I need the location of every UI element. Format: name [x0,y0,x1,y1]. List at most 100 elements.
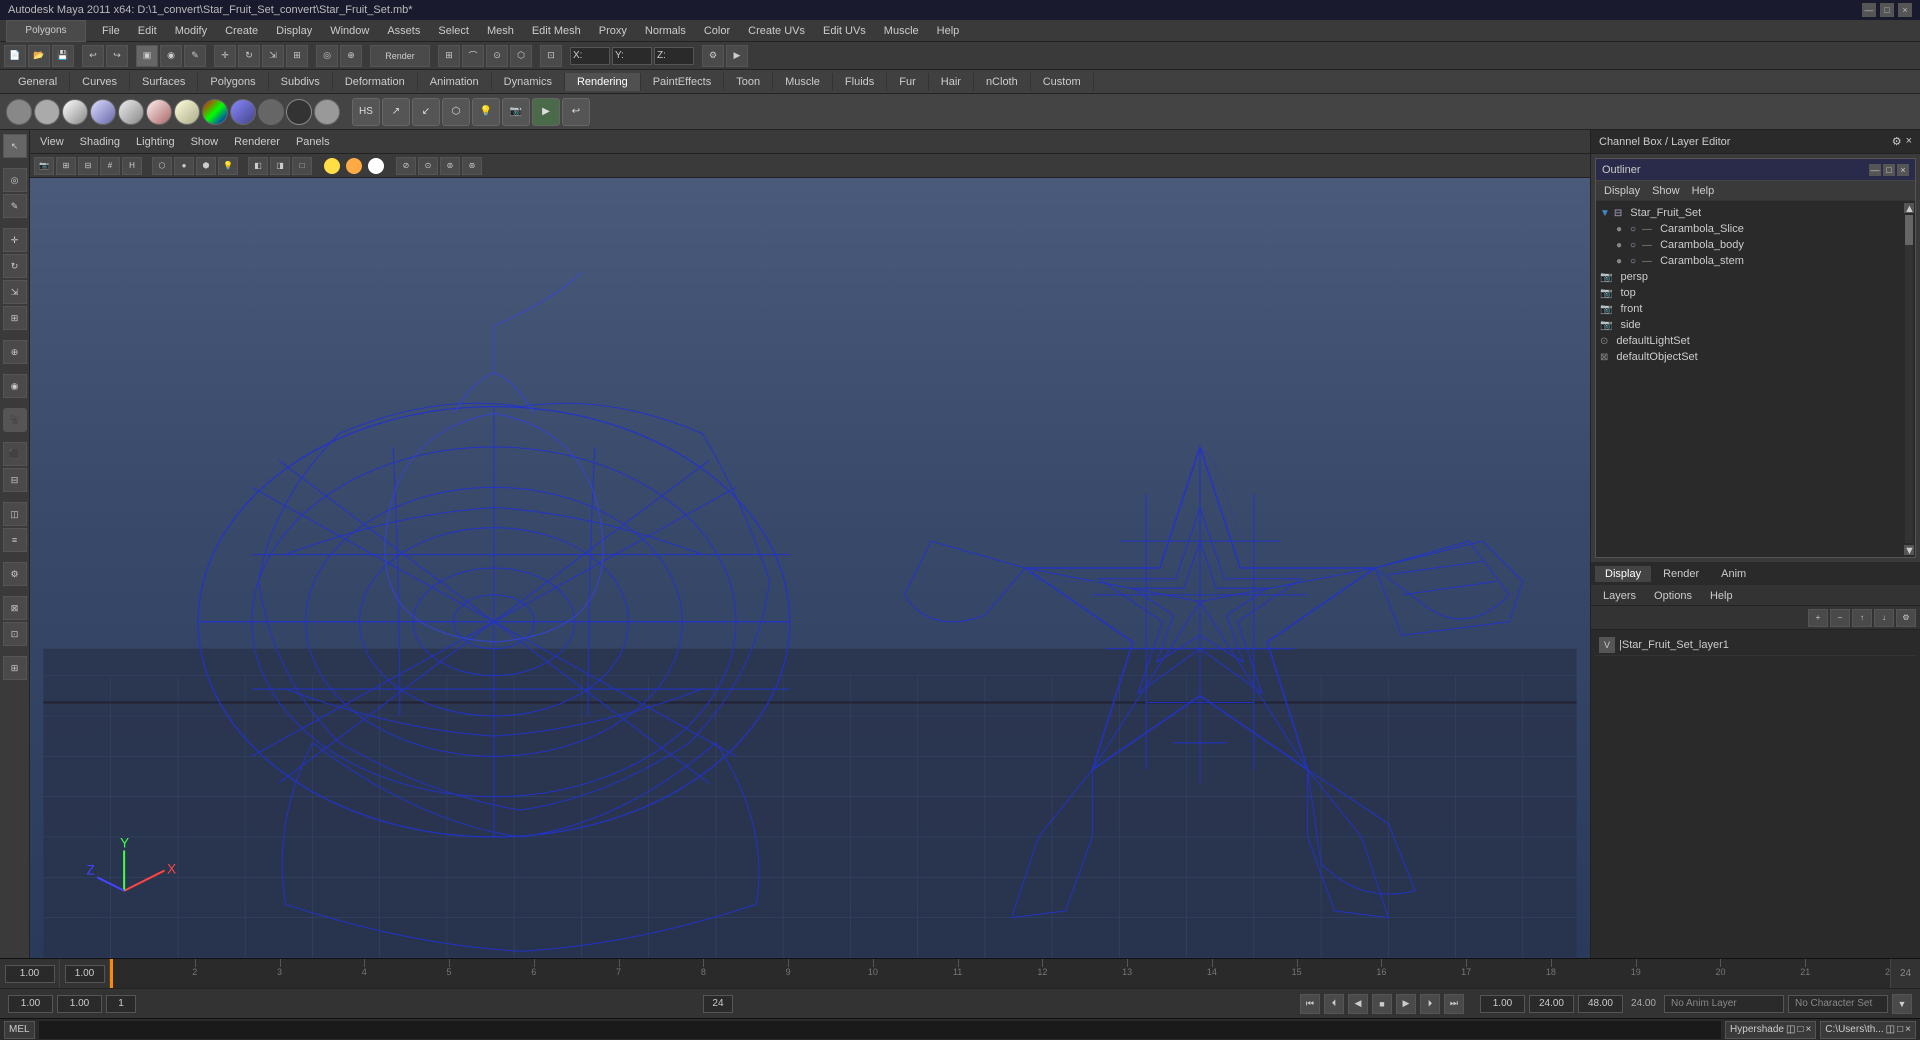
render-btn[interactable]: Render [370,45,430,67]
play-end-btn[interactable]: ⏭ [1444,994,1464,1014]
shelf-envball-icon[interactable] [230,99,256,125]
cb-subtab-help[interactable]: Help [1702,589,1741,603]
outliner-item[interactable]: ●○—Carambola_body [1596,237,1903,253]
visibility-toggle-icon[interactable]: ● [1616,240,1622,251]
shelf-tab-fur[interactable]: Fur [887,73,929,91]
shelf-dark-icon[interactable] [286,99,312,125]
outliner-display-menu[interactable]: Display [1600,183,1644,199]
shelf-tab-general[interactable]: General [6,73,70,91]
camera-tumble-btn[interactable]: 🎥 [3,408,27,432]
render-layer-btn[interactable]: ⊡ [3,622,27,646]
menu-item-assets[interactable]: Assets [379,23,428,39]
lasso-btn[interactable]: ◉ [160,45,182,67]
shelf-hypershade-icon[interactable]: HS [352,98,380,126]
select-btn[interactable]: ▣ [136,45,158,67]
vp2-grid-btn[interactable]: # [100,157,120,175]
vp2-hud-btn[interactable]: H [122,157,142,175]
shelf-ramp-icon[interactable] [202,99,228,125]
shelf-export-icon[interactable]: ↗ [382,98,410,126]
cb-tab-display[interactable]: Display [1595,566,1651,582]
shelf-render2-icon[interactable]: ▶ [532,98,560,126]
menu-item-edit[interactable]: Edit [130,23,165,39]
shelf-tab-custom[interactable]: Custom [1031,73,1094,91]
vp2-xray-bones-btn[interactable]: ⊚ [440,157,460,175]
menu-item-create[interactable]: Create [217,23,266,39]
rp-settings-btn[interactable]: ⚙ [1892,135,1902,148]
open-btn[interactable]: 📂 [28,45,50,67]
anim-layer-selector[interactable]: No Anim Layer [1664,995,1784,1013]
outliner-item[interactable]: ⊙defaultLightSet [1596,333,1903,349]
hypershade-icon2[interactable]: □ [1797,1024,1803,1035]
layer-name[interactable]: |Star_Fruit_Set_layer1 [1619,639,1912,651]
vp-view-menu[interactable]: View [36,134,68,150]
layer-visibility-btn[interactable]: V [1599,637,1615,653]
second-panel-icon2[interactable]: □ [1897,1024,1903,1035]
play-back-btn[interactable]: ◀ [1348,994,1368,1014]
folder-expand-icon[interactable]: ▼ [1600,208,1610,219]
snap-grid-btn[interactable]: ⊞ [438,45,460,67]
shelf-tab-subdivs[interactable]: Subdivs [269,73,333,91]
menu-item-select[interactable]: Select [430,23,477,39]
menu-item-color[interactable]: Color [696,23,738,39]
render-settings-btn[interactable]: ⚙ [702,45,724,67]
vp2-smooth-btn[interactable]: ● [174,157,194,175]
layer-move-down-btn[interactable]: ↓ [1874,609,1894,627]
play-stop-btn[interactable]: ■ [1372,994,1392,1014]
vp2-isolate-btn[interactable]: ⊘ [396,157,416,175]
outliner-scrollbar[interactable]: ▲ ▼ [1903,201,1915,557]
outliner-minimize-btn[interactable]: — [1869,164,1881,176]
character-set-selector[interactable]: No Character Set [1788,995,1888,1013]
outliner-restore-btn[interactable]: □ [1883,164,1895,176]
shelf-import-icon[interactable]: ↙ [412,98,440,126]
y-field[interactable] [612,47,652,65]
minimize-button[interactable]: — [1862,3,1876,17]
shelf-tab-animation[interactable]: Animation [418,73,492,91]
frame-counter-input[interactable] [703,995,733,1013]
menu-item-window[interactable]: Window [322,23,377,39]
shelf-flat-icon[interactable] [314,99,340,125]
shelf-tab-rendering[interactable]: Rendering [565,73,641,91]
second-panel-close[interactable]: × [1905,1024,1911,1035]
shelf-ambient-icon[interactable] [6,99,32,125]
shelf-tab-painteffects[interactable]: PaintEffects [641,73,725,91]
menu-item-help[interactable]: Help [929,23,968,39]
layer-delete-btn[interactable]: − [1830,609,1850,627]
vp-panels-menu[interactable]: Panels [292,134,334,150]
cb-subtab-options[interactable]: Options [1646,589,1700,603]
vp-shading-menu[interactable]: Shading [76,134,124,150]
redo-btn[interactable]: ↪ [106,45,128,67]
vp2-xray-btn[interactable]: ⊙ [418,157,438,175]
cb-tab-anim[interactable]: Anim [1711,566,1756,582]
timeline-ruler[interactable]: 12345678910111213141516171819202122 [110,959,1890,988]
move-btn[interactable]: ✛ [214,45,236,67]
layer-settings-btn[interactable]: ⚙ [1896,609,1916,627]
tool-settings-btn[interactable]: ⚙ [3,562,27,586]
scroll-down-btn[interactable]: ▼ [1904,545,1914,555]
close-button[interactable]: × [1898,3,1912,17]
z-field[interactable] [654,47,694,65]
vp2-filmgate-btn[interactable]: ⊞ [56,157,76,175]
hypershade-icon1[interactable]: ◫ [1786,1024,1795,1035]
layer-editor-btn[interactable]: ⬛ [3,442,27,466]
move-tool-btn[interactable]: ✛ [3,228,27,252]
menu-item-file[interactable]: File [94,23,128,39]
paint-select-btn[interactable]: ✎ [184,45,206,67]
save-btn[interactable]: 💾 [52,45,74,67]
shelf-tab-curves[interactable]: Curves [70,73,130,91]
shelf-light-icon[interactable]: 💡 [472,98,500,126]
shelf-export2-icon[interactable]: ⬡ [442,98,470,126]
lasso-tool-btn[interactable]: ◎ [3,168,27,192]
playback-options-btn[interactable]: ▼ [1892,994,1912,1014]
menu-item-muscle[interactable]: Muscle [876,23,927,39]
scale-btn[interactable]: ⇲ [262,45,284,67]
vp2-texture-btn[interactable]: ⬢ [196,157,216,175]
vp2-selection-btn[interactable]: □ [292,157,312,175]
outliner-btn[interactable]: ◫ [3,502,27,526]
play-step-fwd-btn[interactable]: ⏵ [1420,994,1440,1014]
shelf-phongE-icon[interactable] [90,99,116,125]
outliner-item[interactable]: 📷side [1596,317,1903,333]
new-scene-btn[interactable]: 📄 [4,45,26,67]
quick-render-btn[interactable]: ▶ [726,45,748,67]
universal-tool-btn[interactable]: ⊞ [3,306,27,330]
second-panel[interactable]: C:\Users\th... ◫ □ × [1820,1021,1916,1039]
